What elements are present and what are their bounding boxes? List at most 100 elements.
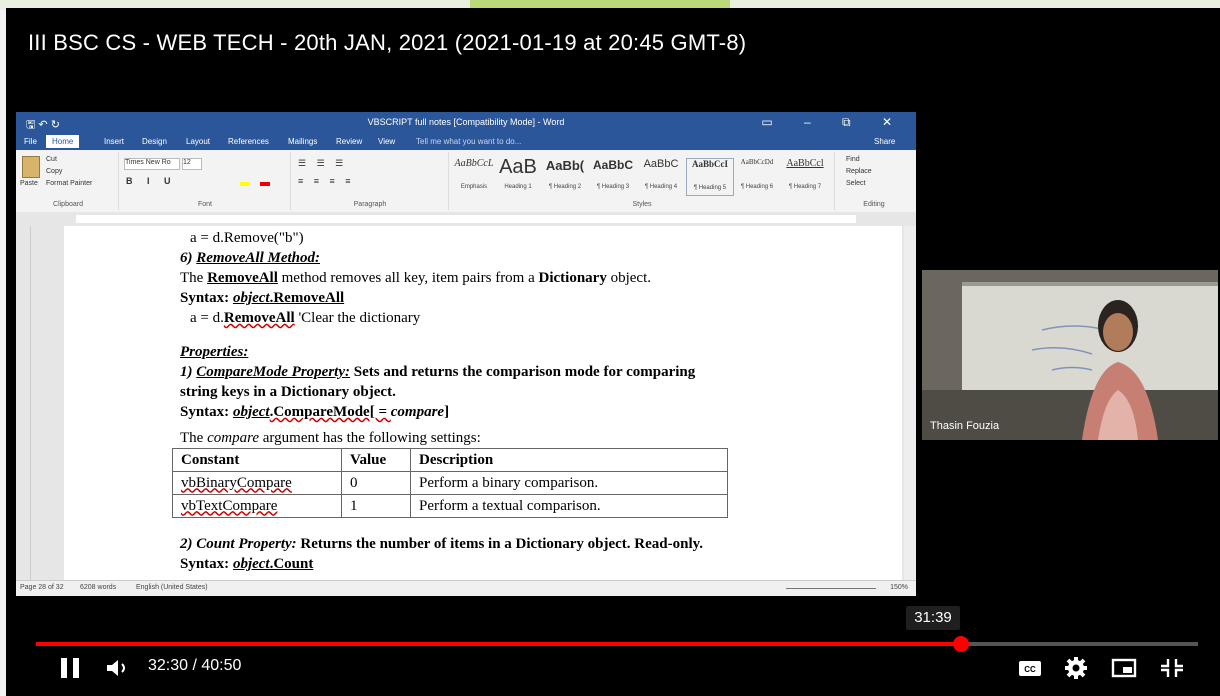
editing-group: Find Replace Select Editing bbox=[836, 152, 912, 210]
tab-file[interactable]: File bbox=[24, 137, 37, 146]
table-cell: 1 bbox=[341, 494, 411, 518]
style-heading-3[interactable]: AaBbC ¶ Heading 3 bbox=[590, 158, 636, 194]
font-label: Font bbox=[197, 201, 212, 208]
paste-icon[interactable] bbox=[22, 156, 40, 178]
tell-me-box[interactable]: Tell me what you want to do... bbox=[416, 137, 521, 146]
volume-icon[interactable] bbox=[104, 656, 132, 680]
doc-syntax: Syntax: object.CompareMode[ = compare] bbox=[180, 404, 450, 420]
styles-group: AaBbCcL Emphasis AaB Heading 1 AaBb(¶ Head… bbox=[450, 152, 835, 210]
table-cell: Perform a binary comparison. bbox=[410, 471, 728, 495]
ribbon-tabs: File Home Insert Design Layout Reference… bbox=[16, 134, 916, 150]
tab-view[interactable]: View bbox=[378, 137, 395, 146]
editing-label: Editing bbox=[863, 201, 885, 208]
style-emphasis[interactable]: AaBbCcL Emphasis bbox=[452, 158, 496, 194]
paragraph-group: ☰ ☰ ☰ ≡ ≡ ≡ ≡ Paragraph bbox=[292, 152, 449, 210]
style-heading-5[interactable]: AaBbCcI ¶ Heading 5 bbox=[686, 158, 734, 196]
font-format-icons[interactable]: B I U bbox=[126, 176, 177, 186]
word-statusbar: Page 28 of 32 6208 words English (United… bbox=[16, 580, 916, 596]
clipboard-label: Clipboard bbox=[53, 201, 83, 208]
zoom-level[interactable]: 150% bbox=[890, 584, 908, 591]
doc-line: a = d.RemoveAll 'Clear the dictionary bbox=[190, 310, 421, 326]
table-cell: vbTextCompare bbox=[172, 494, 342, 518]
paste-button[interactable]: Paste bbox=[20, 180, 38, 187]
vertical-ruler[interactable] bbox=[16, 226, 31, 580]
participant-video-frame bbox=[922, 270, 1218, 440]
tab-insert[interactable]: Insert bbox=[104, 137, 124, 146]
paragraph-label: Paragraph bbox=[353, 201, 387, 208]
table-header: Description bbox=[410, 448, 728, 472]
tab-mailings[interactable]: Mailings bbox=[288, 137, 317, 146]
video-title: III BSC CS - WEB TECH - 20th JAN, 2021 (… bbox=[28, 30, 747, 55]
table-cell: Perform a textual comparison. bbox=[410, 494, 728, 518]
document-page[interactable]: a = d.Remove("b") 6) RemoveAll Method: T… bbox=[64, 226, 902, 580]
share-button[interactable]: Share bbox=[874, 137, 895, 146]
doc-heading: 2) Count Property: Returns the number of… bbox=[180, 536, 704, 552]
progress-played bbox=[36, 642, 961, 646]
table-row: vbTextCompare 1 Perform a textual compar… bbox=[172, 494, 728, 518]
participant-name: Thasin Fouzia bbox=[930, 420, 1000, 432]
style-heading-7[interactable]: AaBbCcl ¶ Heading 7 bbox=[782, 158, 828, 194]
table-header-row: Constant Value Description bbox=[172, 448, 728, 472]
subtitles-icon[interactable]: CC bbox=[1016, 656, 1044, 680]
table-cell: 0 bbox=[341, 471, 411, 495]
tab-review[interactable]: Review bbox=[336, 137, 362, 146]
settings-icon[interactable] bbox=[1062, 656, 1090, 680]
font-group: Times New Ro 12 B I U Font bbox=[120, 152, 291, 210]
format-painter-button[interactable]: Format Painter bbox=[46, 180, 92, 187]
horizontal-ruler[interactable] bbox=[16, 212, 916, 227]
hover-time-tooltip: 31:39 bbox=[906, 606, 960, 630]
align-icons[interactable]: ≡ ≡ ≡ ≡ bbox=[298, 176, 355, 186]
cut-button[interactable]: Cut bbox=[46, 156, 57, 163]
doc-line: string keys in a Dictionary object. bbox=[180, 384, 396, 400]
word-titlebar: 🖫 ↶ ↻ VBSCRIPT full notes [Compatibility… bbox=[16, 112, 916, 134]
copy-button[interactable]: Copy bbox=[46, 168, 62, 175]
font-color-icon[interactable] bbox=[260, 182, 270, 186]
progress-bar[interactable] bbox=[36, 636, 1198, 652]
highlight-icon[interactable] bbox=[240, 182, 250, 186]
zoom-slider[interactable] bbox=[786, 588, 876, 589]
window-controls: ▭ – ⧉ ✕ bbox=[761, 115, 906, 129]
vertical-scrollbar[interactable] bbox=[904, 226, 916, 580]
doc-line: The compare argument has the following s… bbox=[180, 430, 481, 446]
doc-line: The RemoveAll method removes all key, it… bbox=[180, 270, 651, 286]
doc-heading: 6) RemoveAll Method: bbox=[180, 250, 320, 266]
clipboard-group: Paste Cut Copy Format Painter Clipboard bbox=[18, 152, 119, 210]
word-count[interactable]: 6208 words bbox=[80, 584, 116, 591]
miniplayer-icon[interactable] bbox=[1110, 656, 1138, 680]
style-heading-2[interactable]: AaBb(¶ Heading 2 bbox=[542, 158, 588, 194]
settings-table: Constant Value Description vbBinaryCompa… bbox=[172, 448, 728, 518]
participant-video bbox=[922, 270, 1218, 440]
table-header: Value bbox=[341, 448, 411, 472]
styles-label: Styles bbox=[632, 201, 652, 208]
svg-text:CC: CC bbox=[1024, 665, 1036, 674]
select-button[interactable]: Select bbox=[846, 180, 865, 187]
tab-home[interactable]: Home bbox=[46, 135, 80, 148]
doc-properties-heading: Properties: bbox=[180, 344, 249, 360]
find-button[interactable]: Find bbox=[846, 156, 860, 163]
font-size-box[interactable]: 12 bbox=[182, 158, 202, 170]
language-status[interactable]: English (United States) bbox=[136, 584, 208, 591]
screen: III BSC CS - WEB TECH - 20th JAN, 2021 (… bbox=[0, 0, 1220, 696]
pause-icon[interactable] bbox=[58, 655, 82, 681]
replace-button[interactable]: Replace bbox=[846, 168, 872, 175]
doc-syntax: Syntax: object.Count bbox=[180, 556, 314, 572]
tab-design[interactable]: Design bbox=[142, 137, 167, 146]
tab-layout[interactable]: Layout bbox=[186, 137, 210, 146]
table-row: vbBinaryCompare 0 Perform a binary compa… bbox=[172, 471, 728, 495]
table-cell: vbBinaryCompare bbox=[172, 471, 342, 495]
font-name-box[interactable]: Times New Ro bbox=[124, 158, 180, 170]
time-display: 32:30 / 40:50 bbox=[148, 657, 242, 674]
document-area: a = d.Remove("b") 6) RemoveAll Method: T… bbox=[16, 226, 916, 580]
word-window: 🖫 ↶ ↻ VBSCRIPT full notes [Compatibility… bbox=[16, 112, 916, 596]
doc-heading: 1) CompareMode Property: Sets and return… bbox=[180, 364, 696, 380]
style-heading-4[interactable]: AaBbC ¶ Heading 4 bbox=[638, 158, 684, 194]
style-heading-6[interactable]: AaBbCcDd ¶ Heading 6 bbox=[734, 158, 780, 194]
page-count[interactable]: Page 28 of 32 bbox=[20, 584, 64, 591]
scrubber-handle[interactable] bbox=[953, 636, 969, 652]
doc-line: a = d.Remove("b") bbox=[190, 230, 304, 246]
list-icons[interactable]: ☰ ☰ ☰ bbox=[298, 158, 347, 169]
tab-references[interactable]: References bbox=[228, 137, 269, 146]
exit-fullscreen-icon[interactable] bbox=[1158, 656, 1186, 680]
style-heading-1[interactable]: AaB Heading 1 bbox=[496, 157, 540, 194]
ribbon: Paste Cut Copy Format Painter Clipboard … bbox=[16, 150, 916, 213]
